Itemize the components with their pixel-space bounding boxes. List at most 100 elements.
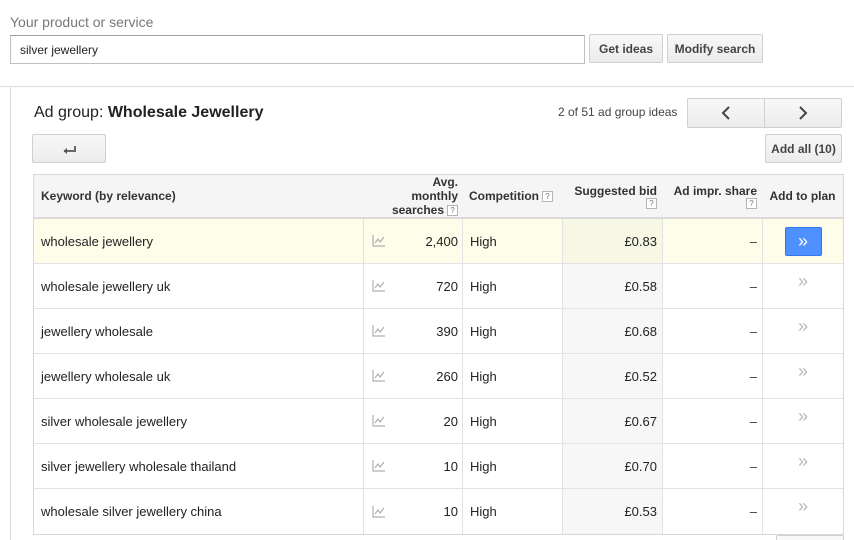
product-label: Your product or service <box>10 14 154 30</box>
back-button[interactable] <box>32 134 106 163</box>
impr-value: – <box>749 323 757 339</box>
header-avg-line2: searches <box>391 203 444 217</box>
table-row: wholesale jewellery 2,400 High £0.83 – » <box>34 219 843 264</box>
competition-cell: High <box>462 354 562 398</box>
impr-value: – <box>749 504 757 519</box>
impr-value: – <box>749 458 757 474</box>
adgroup-name: Wholesale Jewellery <box>107 104 264 121</box>
add-to-plan-button[interactable]: » <box>785 402 822 431</box>
get-ideas-button[interactable]: Get ideas <box>589 34 663 63</box>
trend-cell[interactable] <box>363 264 393 308</box>
bottom-button-stub[interactable] <box>776 535 844 540</box>
impr-cell: – <box>662 309 762 353</box>
header-competition[interactable]: Competition? <box>462 175 562 217</box>
impr-value: – <box>749 278 757 294</box>
table-row: jewellery wholesale uk 260 High £0.52 – … <box>34 354 843 399</box>
competition-cell: High <box>462 489 562 534</box>
trend-cell[interactable] <box>363 444 393 488</box>
adgroup-title: Ad group: Wholesale Jewellery <box>34 104 263 122</box>
trend-chart-icon[interactable] <box>371 235 386 247</box>
add-to-plan-button[interactable]: » <box>785 267 822 296</box>
bid-cell: £0.52 <box>562 354 662 398</box>
bid-cell: £0.67 <box>562 399 662 443</box>
header-avg-line1: Avg. monthly <box>411 175 458 203</box>
search-input[interactable] <box>10 35 585 64</box>
trend-cell[interactable] <box>363 399 393 443</box>
pager-next-button[interactable] <box>764 98 842 128</box>
impr-cell: – <box>662 354 762 398</box>
help-icon[interactable]: ? <box>646 197 657 209</box>
keyword-cell: jewellery wholesale uk <box>41 368 171 384</box>
header-bid-label: Suggested bid <box>574 183 657 198</box>
searches-cell: 10 <box>443 458 458 474</box>
header-keyword[interactable]: Keyword (by relevance) <box>34 175 363 217</box>
competition-cell: High <box>462 264 562 308</box>
table-body: wholesale jewellery 2,400 High £0.83 – »… <box>34 219 843 534</box>
pager-prev-button[interactable] <box>687 98 765 128</box>
trend-chart-icon[interactable] <box>371 415 386 427</box>
help-icon[interactable]: ? <box>542 190 553 202</box>
modify-search-button[interactable]: Modify search <box>667 34 763 63</box>
searches-cell: 260 <box>436 368 458 384</box>
table-row: wholesale jewellery uk 720 High £0.58 – … <box>34 264 843 309</box>
trend-cell[interactable] <box>363 354 393 398</box>
add-cell: » <box>762 219 843 263</box>
keyword-table: Keyword (by relevance) Avg. monthly sear… <box>33 174 844 535</box>
divider-horizontal <box>0 86 854 87</box>
impr-cell: – <box>662 489 762 534</box>
trend-chart-icon[interactable] <box>371 460 386 472</box>
header-ad-impr-share[interactable]: Ad impr. share ? <box>662 175 762 217</box>
trend-chart-icon[interactable] <box>371 280 386 292</box>
impr-cell: – <box>662 444 762 488</box>
keyword-cell: silver jewellery wholesale thailand <box>41 458 237 474</box>
trend-chart-icon[interactable] <box>371 370 386 382</box>
add-to-plan-button[interactable]: » <box>785 312 822 341</box>
competition-cell: High <box>462 219 562 263</box>
header-avg-searches[interactable]: Avg. monthly searches? <box>391 175 462 217</box>
impr-value: – <box>749 233 757 249</box>
add-cell: » <box>762 399 843 443</box>
back-arrow-icon <box>63 145 76 154</box>
trend-cell[interactable] <box>363 219 393 263</box>
chevron-left-icon <box>721 106 730 120</box>
searches-cell: 20 <box>443 413 458 429</box>
table-header: Keyword (by relevance) Avg. monthly sear… <box>34 175 843 219</box>
add-cell: » <box>762 489 843 534</box>
header-competition-label: Competition <box>469 189 539 203</box>
competition-cell: High <box>462 399 562 443</box>
keyword-cell: silver wholesale jewellery <box>41 413 187 429</box>
add-cell: » <box>762 264 843 308</box>
add-cell: » <box>762 354 843 398</box>
keyword-cell: wholesale jewellery uk <box>41 278 171 294</box>
divider-vertical <box>10 86 11 540</box>
searches-cell: 720 <box>436 278 458 294</box>
table-row: silver wholesale jewellery 20 High £0.67… <box>34 399 843 444</box>
trend-cell[interactable] <box>363 489 393 534</box>
add-to-plan-button[interactable]: » <box>784 226 822 256</box>
trend-cell[interactable] <box>363 309 393 353</box>
searches-cell: 390 <box>436 323 458 339</box>
header-suggested-bid[interactable]: Suggested bid ? <box>562 175 662 217</box>
chevron-right-icon <box>799 106 808 120</box>
adgroup-title-prefix: Ad group: <box>34 104 108 121</box>
add-to-plan-button[interactable]: » <box>785 492 822 521</box>
table-row: silver jewellery wholesale thailand 10 H… <box>34 444 843 489</box>
impr-cell: – <box>662 264 762 308</box>
pager-text: 2 of 51 ad group ideas <box>558 105 678 119</box>
help-icon[interactable]: ? <box>746 197 757 209</box>
add-all-button[interactable]: Add all (10) <box>765 134 842 163</box>
impr-value: – <box>749 413 757 429</box>
trend-chart-icon[interactable] <box>371 505 386 518</box>
competition-cell: High <box>462 309 562 353</box>
bid-cell: £0.83 <box>562 219 662 263</box>
competition-cell: High <box>462 444 562 488</box>
impr-cell: – <box>662 219 762 263</box>
searches-cell: 2,400 <box>425 233 458 249</box>
trend-chart-icon[interactable] <box>371 325 386 337</box>
impr-cell: – <box>662 399 762 443</box>
header-impr-label: Ad impr. share <box>673 183 757 198</box>
help-icon[interactable]: ? <box>447 204 458 216</box>
bid-cell: £0.70 <box>562 444 662 488</box>
add-to-plan-button[interactable]: » <box>785 447 822 476</box>
add-to-plan-button[interactable]: » <box>785 357 822 386</box>
